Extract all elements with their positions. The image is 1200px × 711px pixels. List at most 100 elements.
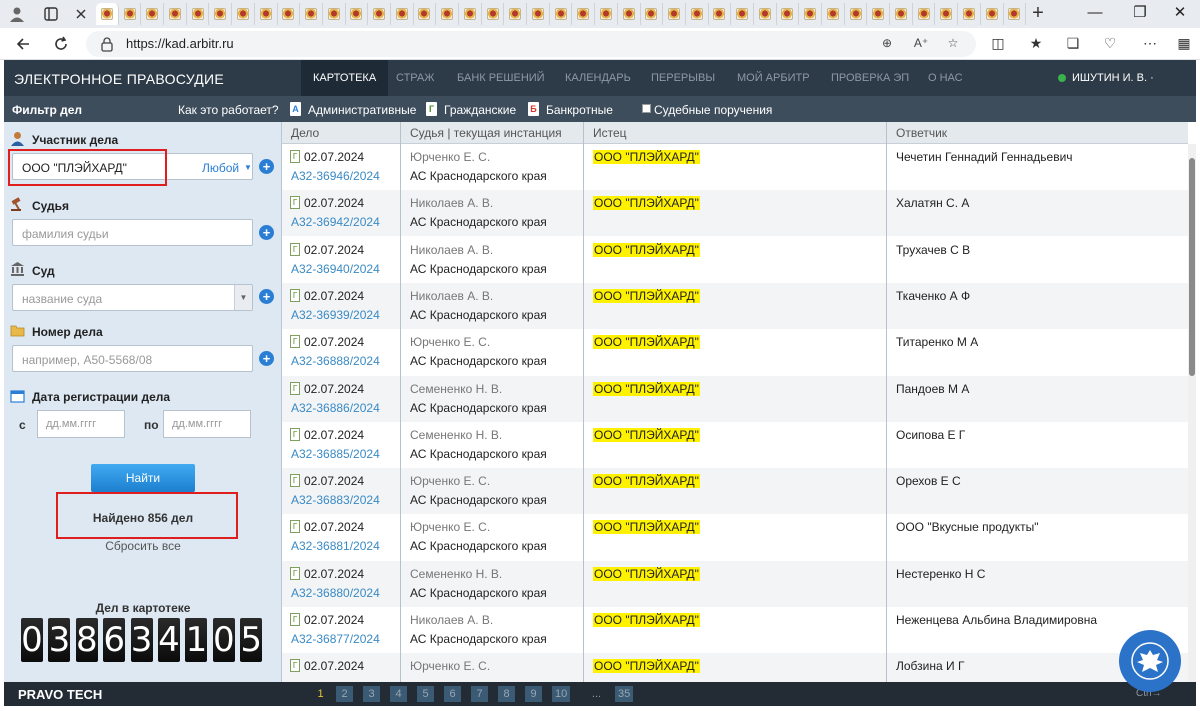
browser-tab[interactable] bbox=[777, 3, 800, 25]
page-link[interactable]: 35 bbox=[615, 686, 634, 702]
case-plaintiff[interactable]: ООО "ПЛЭЙХАРД" bbox=[593, 242, 700, 257]
case-plaintiff[interactable]: ООО "ПЛЭЙХАРД" bbox=[593, 474, 700, 489]
date-to-placeholder[interactable]: дд.мм.гггг bbox=[172, 418, 222, 430]
browser-tab[interactable] bbox=[141, 3, 165, 25]
url-text[interactable]: https://kad.arbitr.ru bbox=[126, 36, 234, 51]
site-title[interactable]: ЭЛЕКТРОННОЕ ПРАВОСУДИЕ bbox=[14, 71, 224, 87]
browser-tab[interactable] bbox=[323, 3, 346, 25]
case-plaintiff[interactable]: ООО "ПЛЭЙХАРД" bbox=[593, 335, 700, 350]
add-court-button[interactable]: + bbox=[259, 289, 274, 304]
browser-tab[interactable] bbox=[595, 3, 618, 25]
browser-tab[interactable] bbox=[981, 3, 1004, 25]
browser-tab[interactable] bbox=[119, 3, 142, 25]
page-link[interactable]: 7 bbox=[471, 686, 488, 702]
browser-tab[interactable] bbox=[618, 3, 641, 25]
footer-brand[interactable]: PRAVO TECH bbox=[18, 687, 102, 702]
browser-tab[interactable] bbox=[663, 3, 686, 25]
browser-tab[interactable] bbox=[164, 3, 187, 25]
page-link[interactable]: 8 bbox=[498, 686, 515, 702]
table-row[interactable]: Г 02.07.2024 А32-36946/2024 Юрченко Е. С. АС… bbox=[282, 144, 1188, 190]
browser-tab[interactable] bbox=[187, 3, 210, 25]
nav-kartoteka[interactable]: КАРТОТЕКА bbox=[301, 60, 389, 96]
read-aloud-icon[interactable]: A⁺ bbox=[912, 36, 930, 52]
header-judge[interactable]: Судья | текущая инстанция bbox=[410, 126, 562, 140]
browser-tab[interactable] bbox=[300, 3, 323, 25]
case-number-link[interactable]: А32-36886/2024 bbox=[291, 401, 380, 415]
case-number-link[interactable]: А32-36942/2024 bbox=[291, 215, 380, 229]
nav-breaks[interactable]: ПЕРЕРЫВЫ bbox=[651, 60, 715, 96]
filter-bankruptcy[interactable]: Банкротные bbox=[546, 103, 613, 117]
court-placeholder[interactable]: название суда bbox=[22, 292, 102, 306]
page-link[interactable]: 6 bbox=[444, 686, 461, 702]
court-orders-checkbox[interactable] bbox=[642, 104, 651, 113]
table-row[interactable]: Г 02.07.2024 А32-36942/2024 Николаев А. В. А… bbox=[282, 190, 1188, 237]
case-plaintiff[interactable]: ООО "ПЛЭЙХАРД" bbox=[593, 196, 700, 211]
browser-tab[interactable] bbox=[550, 3, 573, 25]
browser-tab[interactable] bbox=[935, 3, 959, 25]
nav-check-ep[interactable]: ПРОВЕРКА ЭП bbox=[831, 60, 909, 96]
case-respondent[interactable]: Ткаченко А Ф bbox=[896, 289, 970, 303]
page-link[interactable]: 3 bbox=[363, 686, 380, 702]
case-respondent[interactable]: Осипова Е Г bbox=[896, 428, 965, 442]
browser-tab[interactable] bbox=[822, 3, 845, 25]
browser-tab[interactable] bbox=[799, 3, 822, 25]
case-respondent[interactable]: Трухачев С В bbox=[896, 243, 970, 257]
nav-strazh[interactable]: СТРАЖ bbox=[396, 60, 434, 96]
collections-icon[interactable]: ❏ bbox=[1063, 35, 1083, 53]
browser-tab[interactable] bbox=[958, 3, 981, 25]
browser-tab[interactable] bbox=[504, 3, 528, 25]
nav-my-arbitr[interactable]: МОЙ АРБИТР bbox=[737, 60, 810, 96]
case-respondent[interactable]: Неженцева Альбина Владимировна bbox=[896, 613, 1097, 627]
judge-placeholder[interactable]: фамилия судьи bbox=[22, 227, 109, 241]
browser-tab[interactable] bbox=[459, 3, 482, 25]
participant-role-select[interactable]: Любой bbox=[202, 161, 239, 175]
case-number-link[interactable]: А32-36877/2024 bbox=[291, 632, 380, 646]
header-case[interactable]: Дело bbox=[291, 126, 319, 140]
reset-link[interactable]: Сбросить все bbox=[4, 539, 282, 553]
table-row[interactable]: Г 02.07.2024 А32-36880/2024 Семененко Н. В.… bbox=[282, 560, 1188, 607]
browser-tab[interactable] bbox=[436, 3, 459, 25]
browser-tab[interactable] bbox=[368, 3, 391, 25]
case-number-link[interactable]: А32-36885/2024 bbox=[291, 447, 380, 461]
case-respondent[interactable]: Титаренко М А bbox=[896, 335, 978, 349]
case-number-link[interactable]: А32-36880/2024 bbox=[291, 586, 380, 600]
address-bar[interactable]: https://kad.arbitr.ru ⊕ A⁺ ☆ bbox=[86, 31, 976, 57]
table-row[interactable]: Г 02.07.2024 А32-36886/2024 Семененко Н. В.… bbox=[282, 375, 1188, 422]
browser-tab[interactable] bbox=[913, 3, 936, 25]
page-link[interactable]: 9 bbox=[525, 686, 542, 702]
page-link[interactable]: 4 bbox=[390, 686, 407, 702]
browser-tab[interactable] bbox=[391, 3, 414, 25]
page-link[interactable]: 5 bbox=[417, 686, 434, 702]
zoom-icon[interactable]: ⊕ bbox=[878, 36, 896, 52]
case-respondent[interactable]: Орехов Е С bbox=[896, 474, 961, 488]
case-number-link[interactable]: А32-36888/2024 bbox=[291, 354, 380, 368]
date-from-placeholder[interactable]: дд.мм.гггг bbox=[46, 418, 96, 430]
add-participant-button[interactable]: + bbox=[259, 159, 274, 174]
case-respondent[interactable]: Нестеренко Н С bbox=[896, 567, 985, 581]
tab-actions-icon[interactable] bbox=[40, 4, 62, 24]
browser-tab[interactable] bbox=[754, 3, 777, 25]
how-it-works-link[interactable]: Как это работает? bbox=[178, 103, 279, 117]
minimize-icon[interactable]: — bbox=[1075, 2, 1115, 24]
browser-tab[interactable] bbox=[414, 3, 437, 25]
header-respondent[interactable]: Ответчик bbox=[896, 126, 947, 140]
table-row[interactable]: Г 02.07.2024 А32-36885/2024 Семененко Н. В.… bbox=[282, 422, 1188, 468]
scrollbar-thumb[interactable] bbox=[1189, 158, 1195, 376]
emblem-button[interactable] bbox=[1119, 630, 1181, 692]
table-row[interactable]: Г 02.07.2024 А32-36939/2024 Николаев А. В. А… bbox=[282, 282, 1188, 329]
court-dropdown-icon[interactable]: ▼ bbox=[234, 285, 252, 310]
page-link[interactable]: 2 bbox=[336, 686, 353, 702]
filter-administrative[interactable]: Административные bbox=[308, 103, 416, 117]
search-button[interactable]: Найти bbox=[91, 464, 195, 492]
case-plaintiff[interactable]: ООО "ПЛЭЙХАРД" bbox=[593, 520, 700, 535]
page-link[interactable]: 1 bbox=[312, 686, 329, 702]
case-respondent[interactable]: Лобзина И Г bbox=[896, 659, 964, 673]
split-screen-icon[interactable]: ◫ bbox=[988, 35, 1008, 53]
page-link[interactable]: 10 bbox=[552, 686, 571, 702]
judge-input[interactable]: фамилия судьи bbox=[12, 219, 253, 246]
case-number-link[interactable]: А32-36939/2024 bbox=[291, 308, 380, 322]
table-row[interactable]: Г 02.07.2024 А32-36888/2024 Юрченко Е. С. АС… bbox=[282, 329, 1188, 375]
case-respondent[interactable]: Пандоев М А bbox=[896, 382, 969, 396]
sidebar-toggle-icon[interactable]: ▦ bbox=[1174, 35, 1194, 53]
case-plaintiff[interactable]: ООО "ПЛЭЙХАРД" bbox=[593, 613, 700, 627]
